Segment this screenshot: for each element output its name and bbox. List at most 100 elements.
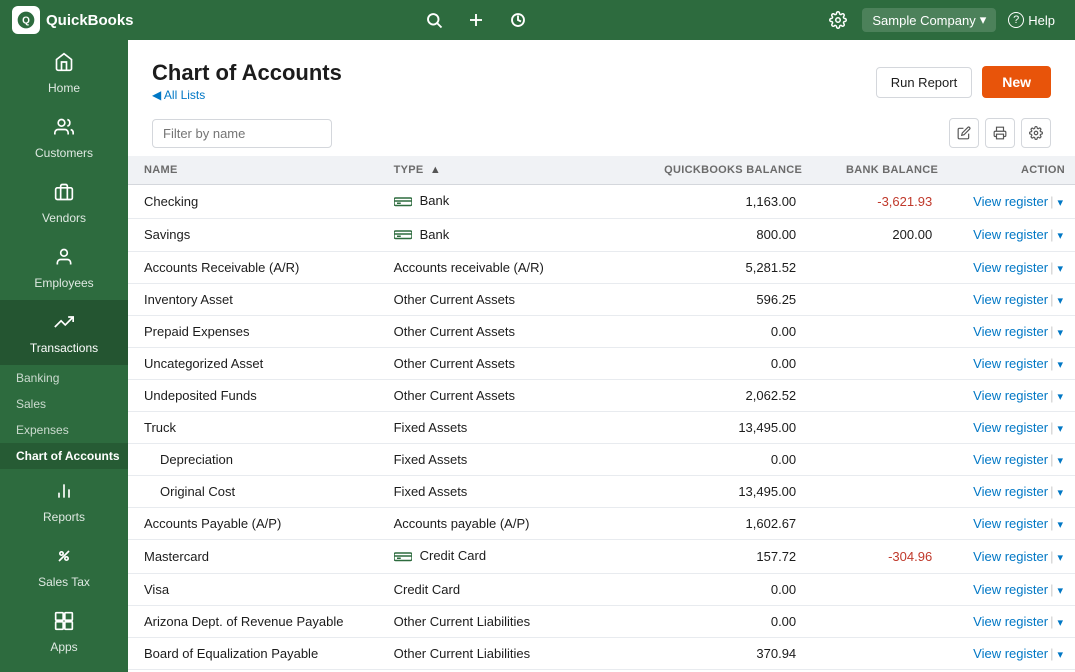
cell-action: View register| ▾ xyxy=(948,316,1075,348)
action-dropdown-btn[interactable]: ▾ xyxy=(1057,617,1063,629)
view-register-link[interactable]: View register xyxy=(973,646,1048,661)
logo-text: QuickBooks xyxy=(46,12,134,29)
action-dropdown-btn[interactable]: ▾ xyxy=(1057,295,1063,307)
action-dropdown-btn[interactable]: ▾ xyxy=(1057,585,1063,597)
action-dropdown-btn[interactable]: ▾ xyxy=(1057,327,1063,339)
col-header-qb-balance: QUICKBOOKS BALANCE xyxy=(633,156,812,185)
table-row: Savings Bank 800.00 200.00 View register… xyxy=(128,218,1075,252)
sidebar-item-transactions[interactable]: Transactions xyxy=(0,300,128,365)
sidebar-item-vendors[interactable]: Vendors xyxy=(0,170,128,235)
action-dropdown-btn[interactable]: ▾ xyxy=(1057,391,1063,403)
action-sep: | xyxy=(1050,549,1053,564)
help-button[interactable]: ? Help xyxy=(1000,8,1063,32)
action-dropdown-btn[interactable]: ▾ xyxy=(1057,649,1063,661)
cell-bank-balance xyxy=(812,444,948,476)
view-register-link[interactable]: View register xyxy=(973,356,1048,371)
sidebar-customers-label: Customers xyxy=(35,146,93,160)
sidebar-item-salestax[interactable]: Sales Tax xyxy=(0,534,128,599)
settings-icon-btn[interactable] xyxy=(818,0,858,40)
view-register-link[interactable]: View register xyxy=(973,227,1048,242)
cell-type: Fixed Assets xyxy=(384,476,633,508)
company-name: Sample Company xyxy=(872,13,975,28)
cell-action: View register|▾ xyxy=(948,605,1075,637)
view-register-link[interactable]: View register xyxy=(973,452,1048,467)
cell-qb-balance: 13,495.00 xyxy=(633,412,812,444)
action-dropdown-btn[interactable]: ▾ xyxy=(1057,359,1063,371)
action-dropdown-btn[interactable]: ▾ xyxy=(1057,197,1063,209)
action-dropdown-btn[interactable]: ▾ xyxy=(1057,423,1063,435)
cell-qb-balance: 370.94 xyxy=(633,637,812,669)
sidebar-sub-banking[interactable]: Banking xyxy=(0,365,128,391)
view-register-link[interactable]: View register xyxy=(973,582,1048,597)
breadcrumb[interactable]: ◀ All Lists xyxy=(152,88,342,102)
cell-bank-balance xyxy=(812,573,948,605)
cell-qb-balance: 1,602.67 xyxy=(633,508,812,540)
view-register-link[interactable]: View register xyxy=(973,260,1048,275)
action-dropdown-btn[interactable]: ▾ xyxy=(1057,519,1063,531)
table-row: Prepaid Expenses Other Current Assets 0.… xyxy=(128,316,1075,348)
action-dropdown-btn[interactable]: ▾ xyxy=(1057,552,1063,564)
cell-action: View register|▾ xyxy=(948,508,1075,540)
table-row: Truck Fixed Assets 13,495.00 View regist… xyxy=(128,412,1075,444)
sidebar-sub-chart-of-accounts[interactable]: Chart of Accounts xyxy=(0,443,128,469)
table-row: Arizona Dept. of Revenue Payable Other C… xyxy=(128,605,1075,637)
action-sep: | xyxy=(1050,324,1053,339)
table-row: Undeposited Funds Other Current Assets 2… xyxy=(128,380,1075,412)
action-dropdown-btn[interactable]: ▾ xyxy=(1057,487,1063,499)
edit-icon-btn[interactable] xyxy=(949,118,979,148)
sidebar-sub-expenses[interactable]: Expenses xyxy=(0,417,128,443)
cell-action: View register|▾ xyxy=(948,284,1075,316)
view-register-link[interactable]: View register xyxy=(973,324,1048,339)
action-dropdown-btn[interactable]: ▾ xyxy=(1057,230,1063,242)
cell-name: Undeposited Funds xyxy=(128,380,384,412)
cell-type: Credit Card xyxy=(384,573,633,605)
cell-bank-balance: -3,621.93 xyxy=(812,185,948,219)
sidebar-item-home[interactable]: Home xyxy=(0,40,128,105)
view-register-link[interactable]: View register xyxy=(973,549,1048,564)
cell-bank-balance xyxy=(812,605,948,637)
view-register-link[interactable]: View register xyxy=(973,388,1048,403)
table-row: Visa Credit Card 0.00 View register|▾ xyxy=(128,573,1075,605)
bank-balance-value: -3,621.93 xyxy=(877,194,932,209)
table-row: Board of Equalization Payable Other Curr… xyxy=(128,637,1075,669)
sidebar-item-employees[interactable]: Employees xyxy=(0,235,128,300)
sidebar-item-customers[interactable]: Customers xyxy=(0,105,128,170)
new-button[interactable]: New xyxy=(982,66,1051,98)
col-header-type[interactable]: TYPE ▲ xyxy=(384,156,633,185)
sidebar-item-apps[interactable]: Apps xyxy=(0,599,128,664)
view-register-link[interactable]: View register xyxy=(973,420,1048,435)
recent-icon-btn[interactable] xyxy=(498,0,538,40)
sidebar-item-reports[interactable]: Reports xyxy=(0,469,128,534)
view-register-link[interactable]: View register xyxy=(973,194,1048,209)
view-register-link[interactable]: View register xyxy=(973,292,1048,307)
cell-type: Credit Card xyxy=(384,540,633,574)
cell-action: View register| ▾ xyxy=(948,252,1075,284)
view-register-link[interactable]: View register xyxy=(973,484,1048,499)
cell-bank-balance xyxy=(812,412,948,444)
quickbooks-logo-icon: Q xyxy=(12,6,40,34)
cell-qb-balance: 0.00 xyxy=(633,444,812,476)
action-dropdown-btn[interactable]: ▾ xyxy=(1057,263,1063,275)
action-sep: | xyxy=(1050,452,1053,467)
table-toolbar xyxy=(128,110,1075,156)
view-register-link[interactable]: View register xyxy=(973,614,1048,629)
accounts-table: NAME TYPE ▲ QUICKBOOKS BALANCE BANK BALA… xyxy=(128,156,1075,670)
run-report-button[interactable]: Run Report xyxy=(876,67,972,98)
cell-name: Visa xyxy=(128,573,384,605)
transactions-icon xyxy=(54,312,74,337)
print-icon-btn[interactable] xyxy=(985,118,1015,148)
view-register-link[interactable]: View register xyxy=(973,516,1048,531)
action-sep: | xyxy=(1050,260,1053,275)
add-icon-btn[interactable] xyxy=(456,0,496,40)
settings-table-icon-btn[interactable] xyxy=(1021,118,1051,148)
filter-input[interactable] xyxy=(152,119,332,148)
cell-action: View register|▾ xyxy=(948,637,1075,669)
sidebar-sub-sales[interactable]: Sales xyxy=(0,391,128,417)
reports-icon xyxy=(54,481,74,506)
bank-balance-value: -304.96 xyxy=(888,549,932,564)
search-icon-btn[interactable] xyxy=(414,0,454,40)
action-dropdown-btn[interactable]: ▾ xyxy=(1057,455,1063,467)
cell-action: View register|▾ xyxy=(948,412,1075,444)
sidebar-item-payroll[interactable]: Turn On Payroll xyxy=(0,664,128,672)
company-switcher[interactable]: Sample Company ▾ xyxy=(862,8,996,32)
